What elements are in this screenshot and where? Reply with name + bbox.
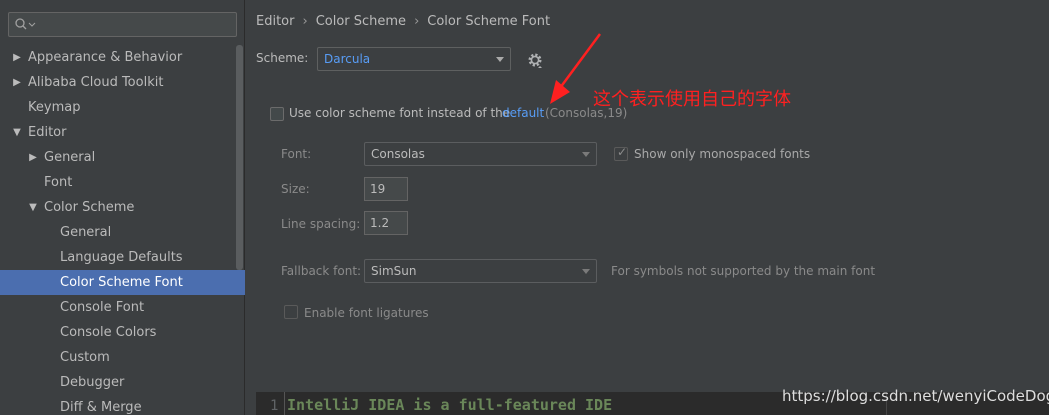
chevron-down-icon [496,57,504,62]
breadcrumb-item[interactable]: Color Scheme [316,14,406,29]
breadcrumb-separator: › [414,14,420,29]
sidebar-item-general[interactable]: ▶ General [0,145,236,170]
sidebar-item-alibaba-cloud-toolkit[interactable]: ▶ Alibaba Cloud Toolkit [0,70,236,95]
line-spacing-input[interactable]: 1.2 [364,211,408,235]
use-scheme-font-checkbox[interactable] [270,107,284,121]
monospaced-checkbox[interactable]: ✓ [614,145,628,161]
line-number: 1 [270,398,279,414]
collapse-arrow-icon[interactable]: ▼ [28,195,38,220]
search-icon [15,18,36,30]
settings-main-panel: Editor › Color Scheme › Color Scheme Font Sc… [246,0,1049,415]
sidebar-item-label: Language Defaults [60,250,183,265]
sidebar-item-label: Custom [60,350,110,365]
monospaced-label: Show only monospaced fonts [634,147,811,161]
sidebar-item-editor[interactable]: ▼ Editor [0,120,236,145]
sidebar-item-console-colors[interactable]: Console Colors [0,320,236,345]
fallback-font-label: Fallback font: [281,264,362,278]
default-font-hint: (Consolas,19) [545,106,628,120]
sidebar-item-color-scheme-font[interactable]: Color Scheme Font [0,270,245,295]
sidebar-item-label: Console Font [60,300,145,315]
size-input[interactable]: 19 [364,177,408,201]
sidebar-item-color-scheme[interactable]: ▼ Color Scheme [0,195,236,220]
expand-arrow-icon[interactable]: ▶ [12,70,22,95]
ligatures-checkbox[interactable] [284,305,298,319]
sidebar-item-label: Alibaba Cloud Toolkit [28,75,164,90]
gutter-divider [284,392,285,415]
gear-icon[interactable] [526,51,544,69]
font-dropdown[interactable]: Consolas [364,142,597,166]
sidebar-item-appearance-behavior[interactable]: ▶ Appearance & Behavior [0,45,236,70]
check-icon: ✓ [617,145,628,159]
sidebar-item-custom[interactable]: Custom [0,345,236,370]
breadcrumb-item[interactable]: Editor [256,14,294,29]
size-label: Size: [281,182,310,196]
fallback-font-value: SimSun [371,264,417,278]
scheme-label: Scheme: [256,51,309,65]
collapse-arrow-icon[interactable]: ▼ [12,120,22,145]
sidebar-item-color-scheme-general[interactable]: General [0,220,236,245]
watermark: https://blog.csdn.net/wenyiCodeDog [782,387,1049,405]
sidebar-item-label: Color Scheme [44,200,135,215]
sidebar-item-console-font[interactable]: Console Font [0,295,236,320]
sidebar-item-language-defaults[interactable]: Language Defaults [0,245,236,270]
breadcrumb-separator: › [302,14,308,29]
fallback-font-dropdown[interactable]: SimSun [364,259,597,283]
scheme-dropdown[interactable]: Darcula [317,47,511,71]
breadcrumb-item: Color Scheme Font [427,14,551,29]
settings-sidebar: ▶ Appearance & Behavior ▶ Alibaba Cloud … [0,0,245,415]
sidebar-item-diff-merge[interactable]: Diff & Merge [0,395,236,415]
sidebar-item-label: Editor [28,125,67,140]
preview-code-line: IntelliJ IDEA is a full-featured IDE [287,396,613,414]
sidebar-item-label: Appearance & Behavior [28,50,183,65]
scheme-dropdown-value: Darcula [324,52,371,66]
expand-arrow-icon[interactable]: ▶ [12,45,22,70]
sidebar-item-font[interactable]: Font [0,170,236,195]
sidebar-scrollbar[interactable] [236,45,243,270]
line-spacing-label: Line spacing: [281,217,361,231]
sidebar-item-label: Keymap [28,100,81,115]
breadcrumb: Editor › Color Scheme › Color Scheme Font [256,14,550,29]
sidebar-item-label: Console Colors [60,325,157,340]
sidebar-item-label: Font [44,175,73,190]
expand-arrow-icon[interactable]: ▶ [28,145,38,170]
default-font-link[interactable]: default [502,106,544,120]
fallback-font-hint: For symbols not supported by the main fo… [611,264,876,278]
chevron-down-icon [582,152,590,157]
font-label: Font: [281,147,312,161]
use-scheme-font-label: Use color scheme font instead of the [289,106,511,120]
sidebar-item-keymap[interactable]: Keymap [0,95,236,120]
sidebar-item-debugger[interactable]: Debugger [0,370,236,395]
font-dropdown-value: Consolas [371,147,425,161]
ligatures-label: Enable font ligatures [304,306,429,320]
settings-search-input[interactable] [8,12,237,37]
sidebar-item-label: General [60,225,112,240]
sidebar-item-label: Debugger [60,375,125,390]
sidebar-item-label: General [44,150,96,165]
sidebar-item-label: Diff & Merge [60,400,142,415]
sidebar-item-label: Color Scheme Font [60,275,183,290]
chevron-down-icon [582,269,590,274]
